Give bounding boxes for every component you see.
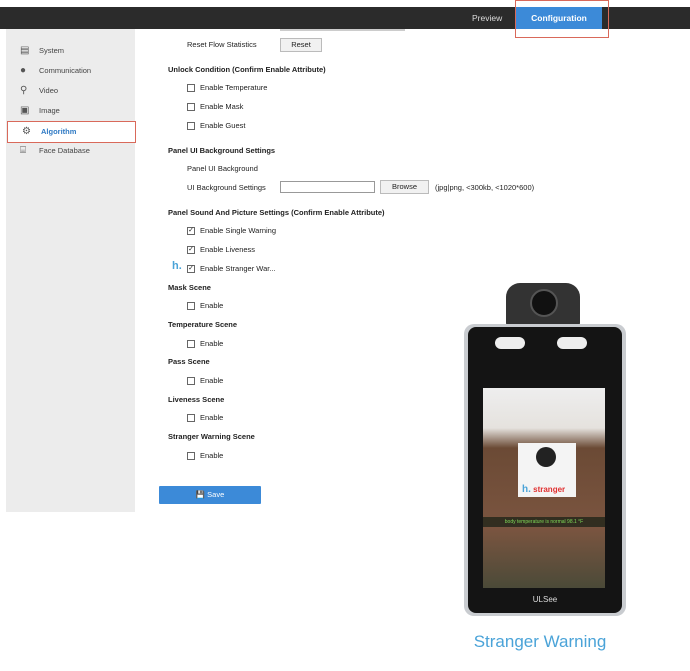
checkbox-enable-guest[interactable]: Enable Guest [187, 121, 245, 131]
sidebar-item-face-database[interactable]: ⌸ Face Database [6, 141, 135, 161]
checkbox-temperature-scene[interactable]: Enable [187, 339, 223, 349]
stranger-scene-heading: Stranger Warning Scene [168, 432, 255, 441]
image-icon: ▣ [20, 105, 30, 116]
temperature-message: body temperature is normal 98.1 °F [483, 517, 605, 527]
panel-ui-heading: Panel UI Background Settings [168, 146, 276, 155]
save-icon: 💾 [195, 490, 208, 499]
pass-scene-heading: Pass Scene [168, 357, 210, 366]
panel-ui-sub: Panel UI Background [187, 164, 258, 173]
stranger-badge: h. stranger [522, 484, 566, 495]
sidebar-item-system[interactable]: ▤ System [6, 41, 135, 61]
reset-button[interactable]: Reset [280, 38, 322, 52]
checkbox-enable-temperature[interactable]: Enable Temperature [187, 83, 267, 93]
save-button[interactable]: 💾 Save [159, 486, 261, 504]
ui-bg-label: UI Background Settings [187, 183, 266, 192]
face-database-icon: ⌸ [20, 145, 26, 156]
checkbox-stranger-scene[interactable]: Enable [187, 451, 223, 461]
sidebar-item-algorithm[interactable]: ⚙ Algorithm [7, 121, 136, 143]
brand-logo: ULSee [532, 595, 558, 604]
sidebar: ▤ System ● Communication ⚲ Video ▣ Image ⚙ Al… [6, 29, 136, 512]
liveness-scene-heading: Liveness Scene [168, 395, 225, 404]
checkbox-mask-scene[interactable]: Enable [187, 301, 223, 311]
reset-label: Reset Flow Statistics [187, 40, 257, 49]
highlight-box [515, 0, 609, 38]
light-bar [557, 337, 587, 349]
system-icon: ▤ [20, 45, 30, 56]
mask-scene-heading: Mask Scene [168, 283, 211, 292]
ui-bg-hint: (jpg|png, <300kb, <1020*600) [435, 183, 535, 192]
temperature-scene-heading: Temperature Scene [168, 320, 238, 329]
checkbox-liveness-scene[interactable]: Enable [187, 413, 223, 423]
unlock-heading: Unlock Condition (Confirm Enable Attribu… [168, 65, 326, 74]
checkbox-liveness[interactable]: ✓ Enable Liveness [187, 245, 255, 255]
globe-icon: ● [20, 65, 27, 76]
sidebar-item-communication[interactable]: ● Communication [6, 61, 135, 81]
checkbox-single-warning[interactable]: ✓ Enable Single Warning [187, 226, 276, 236]
algorithm-icon: ⚙ [22, 126, 31, 137]
sidebar-item-video[interactable]: ⚲ Video [6, 81, 135, 101]
ui-bg-input[interactable] [280, 181, 375, 193]
checkbox-stranger-warning[interactable]: ✓ Enable Stranger War... [187, 264, 276, 274]
caption: Stranger Warning [473, 632, 607, 651]
browse-button[interactable]: Browse [380, 180, 429, 194]
field-remnant [280, 29, 405, 31]
device-image: h. stranger body temperature is normal 9… [460, 280, 630, 620]
tab-preview[interactable]: Preview [472, 7, 504, 29]
sound-heading: Panel Sound And Picture Settings (Confir… [168, 208, 385, 217]
person-icon [536, 447, 556, 467]
sidebar-item-image[interactable]: ▣ Image [6, 101, 135, 121]
checkbox-pass-scene[interactable]: Enable [187, 376, 223, 386]
checkbox-enable-mask[interactable]: Enable Mask [187, 102, 243, 112]
light-bar [495, 337, 525, 349]
camera-lens-icon [530, 289, 558, 317]
video-icon: ⚲ [20, 85, 28, 96]
watermark-logo: h. [172, 260, 182, 272]
